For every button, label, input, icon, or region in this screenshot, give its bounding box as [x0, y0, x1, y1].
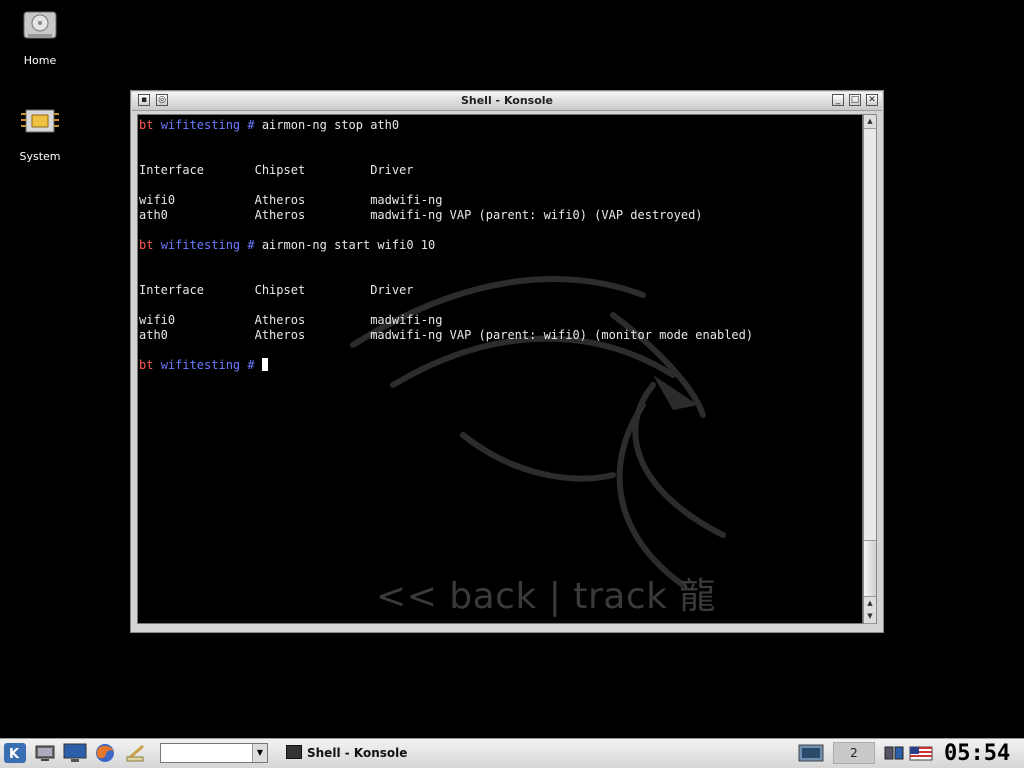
terminal-output-line: wifi0 Atheros madwifi-ng	[139, 313, 443, 327]
prompt-command	[255, 358, 262, 372]
terminal-prompt-line: bt wifitesting #	[139, 358, 862, 373]
firefox-icon[interactable]	[93, 742, 117, 764]
maximize-button[interactable]: □	[849, 94, 861, 106]
chip-icon	[18, 100, 62, 144]
scroll-down-arrow-icon[interactable]: ▼	[864, 610, 876, 624]
terminal-view[interactable]: << back | track 龍 bt wifitesting # airmo…	[137, 114, 863, 624]
scroll-thumb[interactable]	[864, 540, 876, 598]
text-cursor	[261, 358, 268, 371]
desktop-icon-system[interactable]: System	[0, 100, 80, 163]
prompt-host: bt	[139, 358, 154, 372]
konqueror-icon[interactable]	[123, 742, 149, 764]
prompt-host: bt	[139, 238, 154, 252]
keyboard-layout-flag-icon[interactable]	[908, 742, 934, 764]
desktop-pager[interactable]: 2	[833, 742, 875, 764]
prompt-dir: wifitesting #	[160, 358, 255, 372]
terminal-output-line: ath0 Atheros madwifi-ng VAP (parent: wif…	[139, 208, 703, 222]
taskbar: K ▼ Shell - Konsole 2 05:54	[0, 738, 1024, 768]
prompt-command: airmon-ng start wifi0 10	[254, 238, 436, 252]
terminal-output-line: wifi0 Atheros madwifi-ng	[139, 193, 443, 207]
terminal-prompt-line: bt wifitesting # airmon-ng stop ath0	[139, 118, 862, 133]
window-title: Shell - Konsole	[460, 94, 554, 107]
close-button[interactable]: ✕	[866, 94, 878, 106]
svg-text:K: K	[9, 747, 20, 762]
terminal-output-line: Interface Chipset Driver	[139, 163, 414, 177]
network-tray-icon[interactable]	[882, 742, 906, 764]
minimize-button[interactable]: _	[832, 94, 844, 106]
desktop-icon-label: Home	[23, 54, 57, 67]
kde-menu-icon[interactable]: K	[3, 742, 27, 764]
terminal-output-line: ath0 Atheros madwifi-ng VAP (parent: wif…	[139, 328, 754, 342]
terminal-output: bt wifitesting # airmon-ng stop ath0 Int…	[139, 118, 862, 373]
taskbar-item-label: Shell - Konsole	[307, 746, 408, 760]
terminal-prompt-line: bt wifitesting # airmon-ng start wifi0 1…	[139, 238, 862, 253]
backtrack-watermark: << back | track 龍	[376, 576, 716, 617]
clock: 05:54	[944, 741, 1011, 766]
monitor-icon[interactable]	[62, 742, 88, 764]
hard-drive-icon	[18, 4, 62, 48]
terminal-output-line: Interface Chipset Driver	[139, 283, 414, 297]
taskbar-item-konsole[interactable]: Shell - Konsole	[280, 742, 580, 764]
terminal-icon	[286, 745, 302, 759]
konsole-window: ▪ ◎ Shell - Konsole _ □ ✕ << back | trac…	[130, 90, 884, 633]
prompt-dir: wifitesting #	[160, 238, 255, 252]
scroll-up-arrow-icon[interactable]: ▲	[864, 115, 876, 129]
prompt-host: bt	[139, 118, 154, 132]
show-desktop-icon[interactable]	[33, 742, 57, 764]
system-tray-monitor-icon[interactable]	[796, 742, 826, 764]
prompt-dir: wifitesting #	[160, 118, 255, 132]
window-titlebar[interactable]: ▪ ◎ Shell - Konsole _ □ ✕	[132, 92, 882, 111]
desktop-icon-label: System	[19, 150, 61, 163]
prompt-command: airmon-ng stop ath0	[254, 118, 400, 132]
desktop-icon-home[interactable]: Home	[0, 4, 80, 67]
terminal-scrollbar[interactable]: ▲ ▲ ▼	[863, 114, 877, 624]
quick-command-combo[interactable]: ▼	[160, 743, 268, 763]
chevron-down-icon[interactable]: ▼	[252, 744, 267, 762]
scroll-up-arrow-icon[interactable]: ▲	[864, 596, 876, 611]
